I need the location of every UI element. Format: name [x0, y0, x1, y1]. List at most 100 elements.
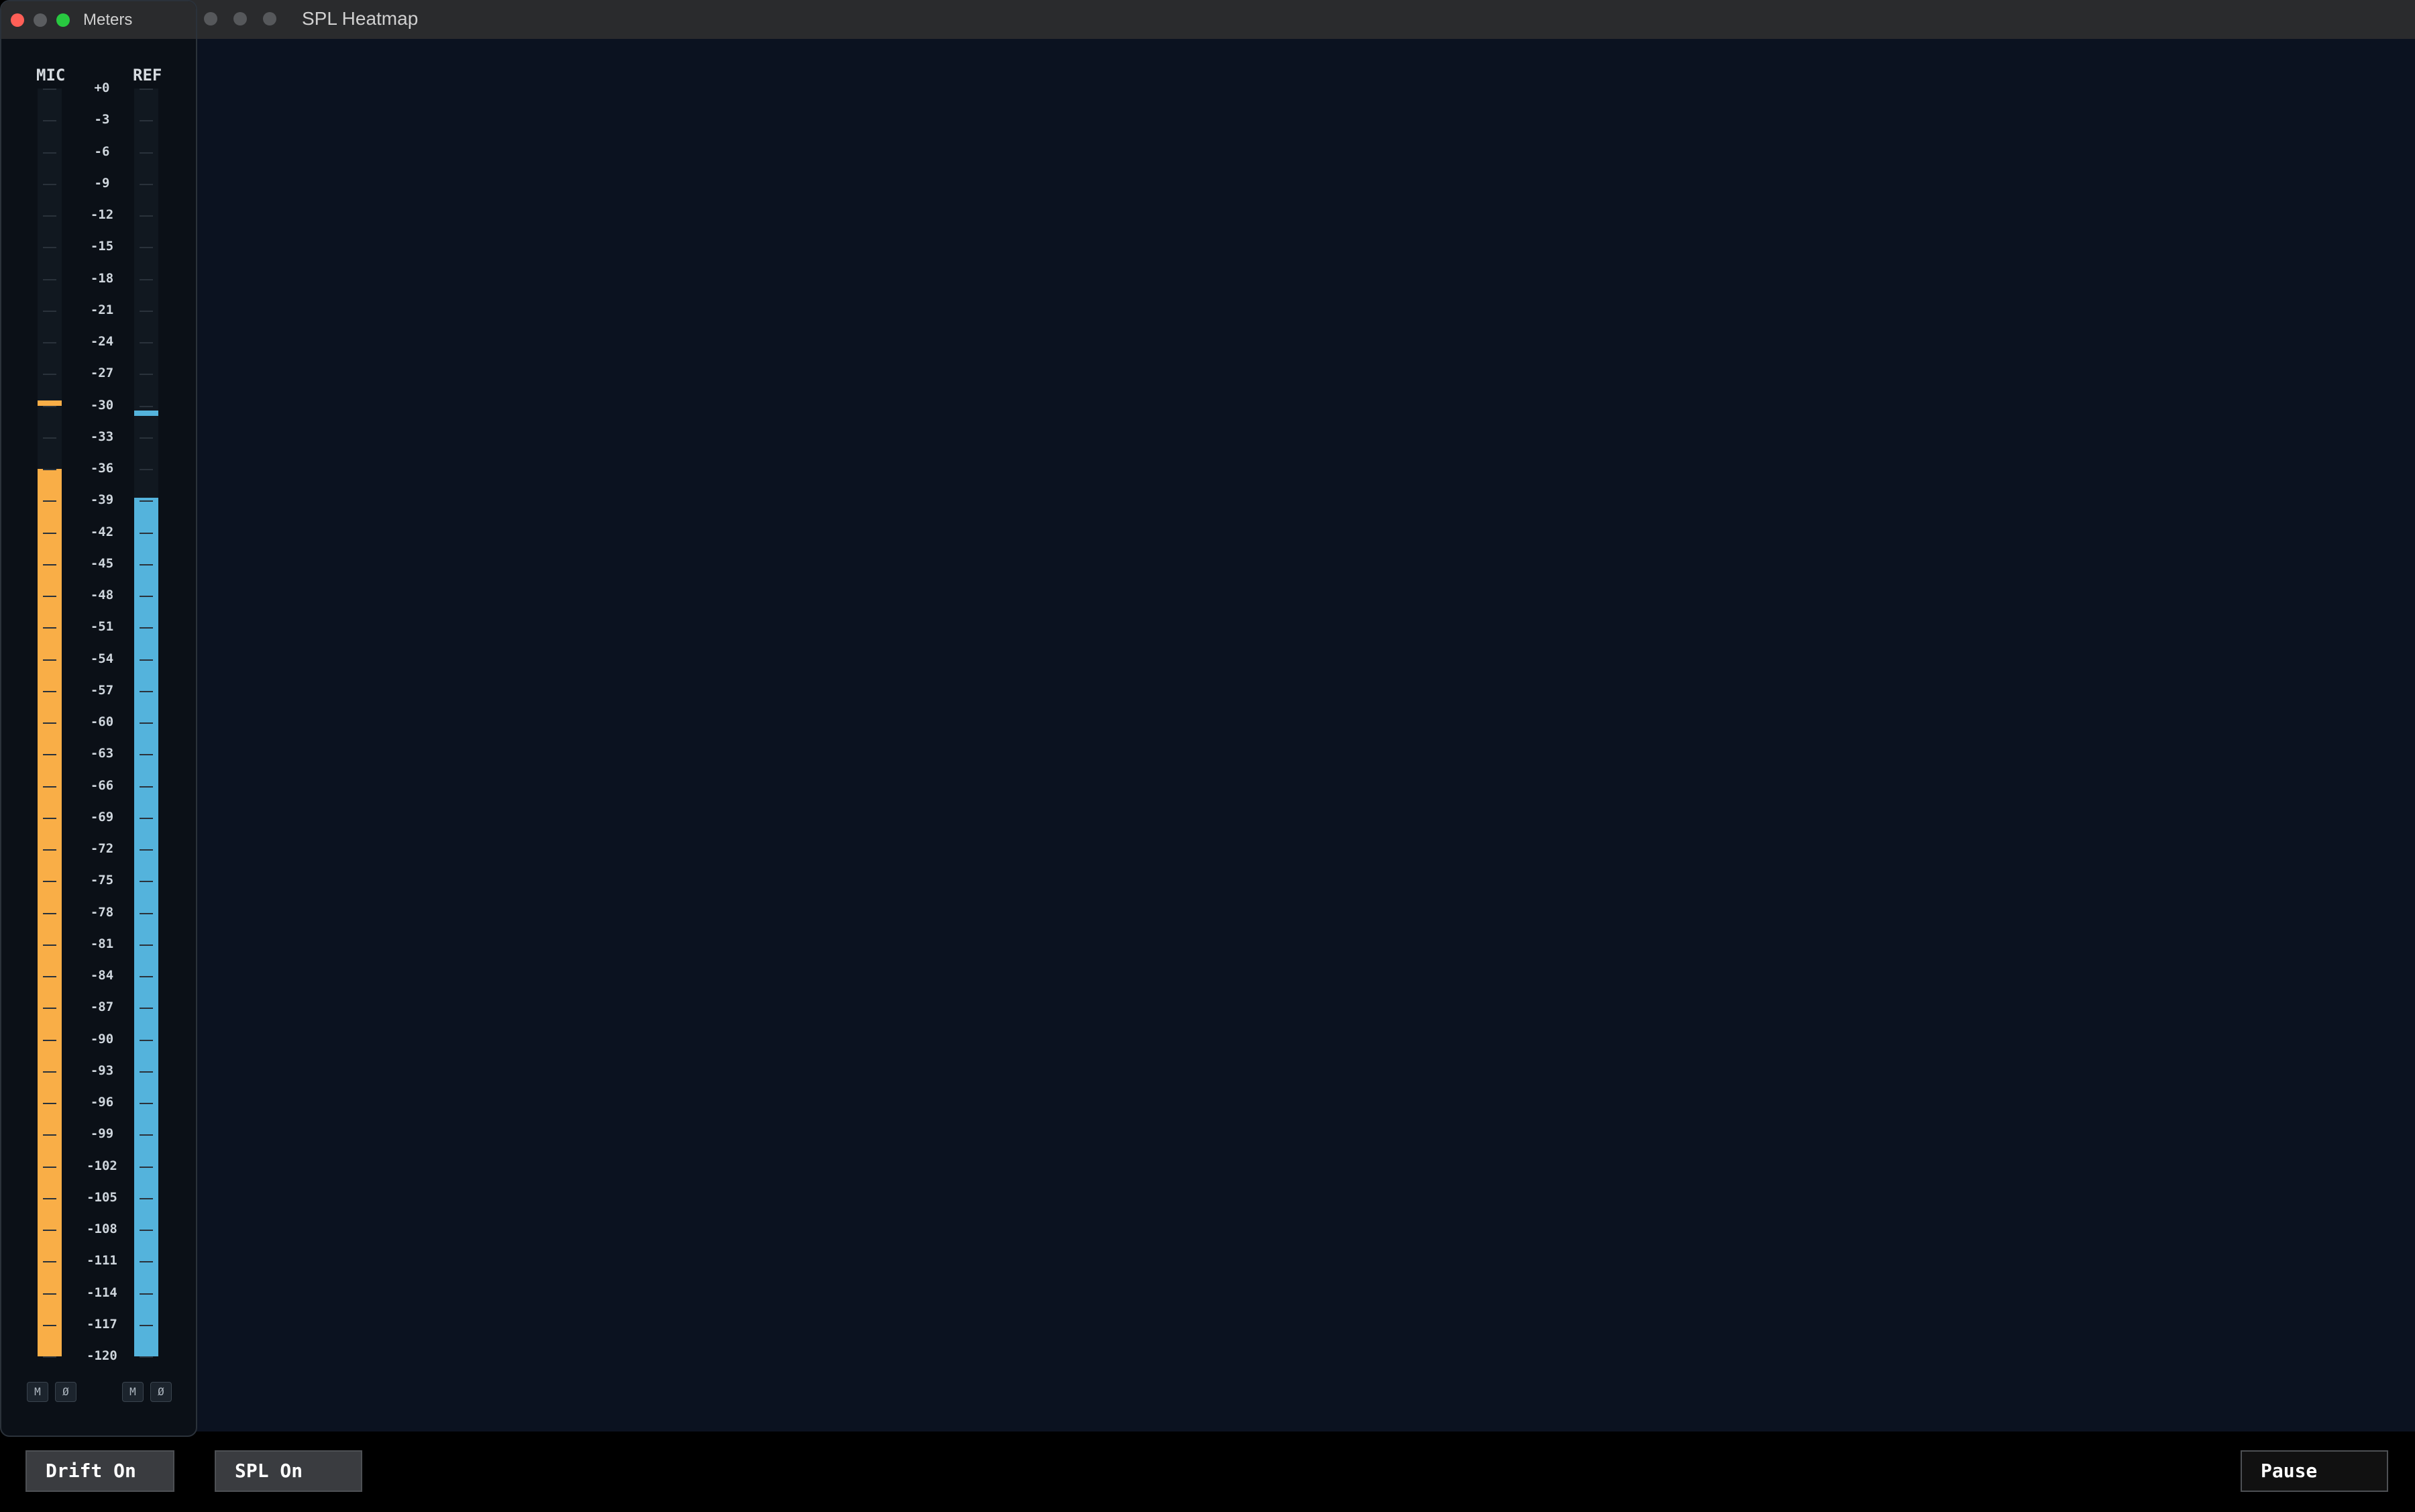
meter-tick-mark — [140, 278, 153, 280]
db-scale-tick: -3 — [94, 112, 110, 127]
db-scale-tick: -105 — [87, 1189, 117, 1205]
meter-tick-mark — [43, 1071, 56, 1073]
db-scale-tick: -111 — [87, 1253, 117, 1268]
meter-tick-mark — [140, 89, 153, 90]
zoom-window-button[interactable] — [56, 13, 70, 27]
db-scale-tick: -75 — [90, 873, 114, 888]
meter-tick-mark — [140, 627, 153, 629]
db-scale-tick: -18 — [90, 270, 114, 286]
db-scale-tick: -84 — [90, 968, 114, 983]
meter-tick-mark — [43, 405, 56, 407]
meter-tick-mark — [43, 247, 56, 249]
meter-tick-mark — [140, 342, 153, 343]
mic-label: MIC — [36, 66, 66, 85]
mic-phase-invert-button[interactable]: Ø — [55, 1382, 76, 1402]
mic-peak-hold — [38, 400, 62, 406]
meter-tick-mark — [43, 881, 56, 883]
meter-tick-mark — [43, 1356, 56, 1358]
meter-tick-mark — [43, 469, 56, 470]
db-scale-tick: -72 — [90, 841, 114, 856]
meter-tick-mark — [140, 437, 153, 439]
level-meters: MIC REF +0 -3 -6 -9 -12 -15 -18 -21 -24 -27 -30 -33… — [16, 48, 184, 1397]
zoom-window-button[interactable] — [263, 12, 276, 25]
meter-tick-mark — [43, 596, 56, 597]
meter-tick-mark — [43, 532, 56, 534]
ref-phase-invert-button[interactable]: Ø — [150, 1382, 172, 1402]
meter-tick-mark — [43, 89, 56, 90]
heatmap-titlebar: SPL Heatmap — [189, 0, 2415, 39]
spl-toggle-button[interactable]: SPL On — [215, 1450, 362, 1492]
db-scale-tick: -9 — [94, 175, 110, 191]
spl-heatmap-window: SPL Heatmap — [188, 0, 2415, 1512]
meter-tick-mark — [43, 437, 56, 439]
ref-meter — [134, 89, 158, 1358]
minimize-window-button[interactable] — [34, 13, 47, 27]
meter-tick-mark — [140, 849, 153, 851]
meter-tick-mark — [140, 754, 153, 756]
meter-tick-mark — [43, 944, 56, 946]
meter-tick-mark — [140, 152, 153, 154]
drift-toggle-button[interactable]: Drift On — [25, 1450, 174, 1492]
meter-tick-mark — [140, 500, 153, 502]
db-scale-tick: -99 — [90, 1126, 114, 1142]
meter-tick-mark — [140, 659, 153, 661]
meter-tick-mark — [43, 690, 56, 692]
close-window-button[interactable] — [11, 13, 24, 27]
meters-window-title: Meters — [83, 11, 133, 29]
db-scale-tick: -114 — [87, 1285, 117, 1300]
meter-tick-mark — [140, 1166, 153, 1168]
meter-tick-mark — [43, 1039, 56, 1041]
bottom-toolbar — [0, 1432, 2415, 1512]
db-scale-tick: -42 — [90, 524, 114, 539]
meter-tick-mark — [43, 1261, 56, 1263]
meter-tick-mark — [140, 374, 153, 376]
meter-tick-mark — [43, 627, 56, 629]
meter-tick-mark — [140, 1356, 153, 1358]
db-scale-tick: -48 — [90, 588, 114, 602]
meter-tick-mark — [43, 912, 56, 914]
meter-tick-mark — [140, 722, 153, 724]
meter-tick-mark — [140, 1261, 153, 1263]
db-scale-tick: -57 — [90, 682, 114, 698]
meter-tick-mark — [140, 247, 153, 249]
db-scale-tick: -78 — [90, 904, 114, 920]
heatmap-window-title: SPL Heatmap — [302, 8, 419, 29]
meter-tick-mark — [140, 596, 153, 597]
mic-mute-button[interactable]: M — [27, 1382, 48, 1402]
db-scale-tick: -15 — [90, 239, 114, 254]
meter-tick-mark — [43, 310, 56, 312]
meter-tick-mark — [43, 1293, 56, 1295]
meter-tick-mark — [43, 1166, 56, 1168]
db-scale-tick: -33 — [90, 429, 114, 444]
meter-tick-mark — [43, 1103, 56, 1104]
meter-tick-mark — [43, 374, 56, 376]
close-window-button[interactable] — [204, 12, 217, 25]
meter-tick-mark — [140, 786, 153, 788]
meter-tick-mark — [140, 881, 153, 883]
meter-tick-mark — [140, 1134, 153, 1136]
meter-tick-mark — [140, 1008, 153, 1010]
meters-window: Meters MIC REF +0 -3 -6 -9 -12 -15 -18 -21 -24 -2… — [0, 0, 197, 1437]
db-scale-tick: -30 — [90, 397, 114, 413]
meter-tick-mark — [43, 786, 56, 788]
pause-button[interactable]: Pause — [2241, 1450, 2388, 1492]
db-scale-tick: -6 — [94, 144, 110, 159]
db-scale-tick: -51 — [90, 619, 114, 635]
db-scale-tick: -108 — [87, 1222, 117, 1236]
ref-level-bar — [134, 497, 158, 1356]
meter-tick-mark — [43, 754, 56, 756]
meter-tick-mark — [43, 1197, 56, 1199]
meter-tick-mark — [140, 405, 153, 407]
ref-peak-hold — [134, 411, 158, 417]
meter-tick-mark — [140, 944, 153, 946]
ref-mute-button[interactable]: M — [122, 1382, 144, 1402]
db-scale-tick: -120 — [87, 1348, 117, 1363]
db-scale-tick: -87 — [90, 1000, 114, 1015]
meter-tick-mark — [140, 183, 153, 185]
db-scale-tick: -21 — [90, 302, 114, 317]
minimize-window-button[interactable] — [233, 12, 247, 25]
meter-tick-mark — [43, 1134, 56, 1136]
meter-tick-mark — [43, 183, 56, 185]
db-scale-tick: -66 — [90, 777, 114, 793]
db-scale-tick: -12 — [90, 207, 114, 222]
